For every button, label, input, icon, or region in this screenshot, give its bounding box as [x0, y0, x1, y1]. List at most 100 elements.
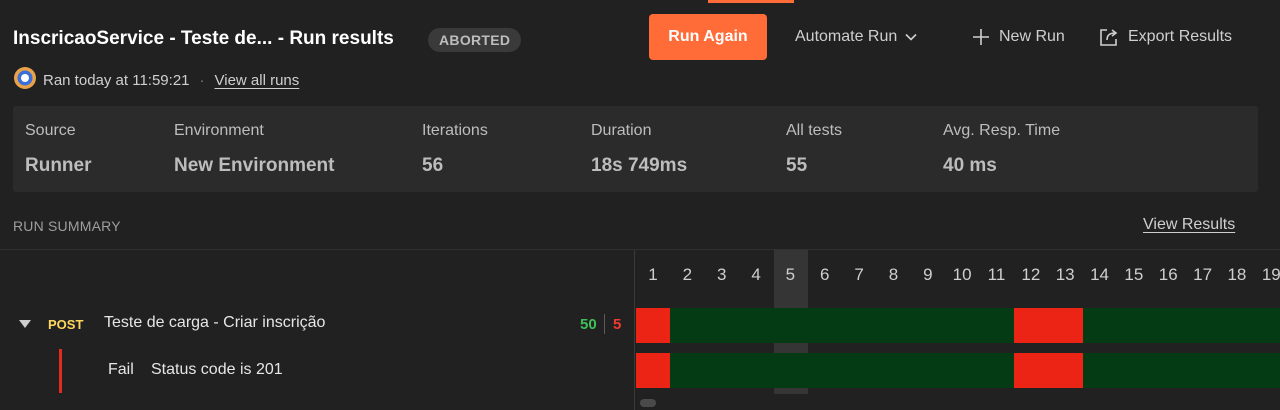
status-badge: ABORTED	[428, 28, 522, 52]
iteration-number[interactable]: 2	[670, 265, 704, 285]
section-divider	[0, 249, 1280, 250]
iteration-number[interactable]: 19	[1254, 265, 1280, 285]
test-result-cell[interactable]	[1082, 353, 1118, 388]
count-separator	[604, 314, 605, 334]
test-result-cell[interactable]	[1219, 353, 1255, 388]
request-result-cell[interactable]	[1219, 308, 1255, 343]
stat-value: 56	[422, 155, 444, 176]
test-result-cell[interactable]	[807, 353, 843, 388]
test-result-cell[interactable]	[739, 353, 774, 388]
iteration-number[interactable]: 3	[705, 265, 739, 285]
request-result-cell[interactable]	[979, 308, 1015, 343]
request-method: POST	[48, 317, 84, 332]
new-run-label: New Run	[999, 28, 1065, 45]
chevron-down-icon	[905, 33, 917, 41]
stat-value: 40 ms	[943, 155, 997, 176]
test-result-cell[interactable]	[979, 353, 1015, 388]
test-result-cell[interactable]	[773, 353, 809, 388]
iteration-number[interactable]: 11	[980, 265, 1014, 285]
request-result-cell[interactable]	[842, 308, 877, 343]
test-result-cell[interactable]	[704, 353, 740, 388]
iteration-number[interactable]: 9	[911, 265, 945, 285]
run-again-button[interactable]: Run Again	[649, 14, 767, 60]
view-results-link[interactable]: View Results	[1143, 216, 1235, 234]
stat-label: Duration	[591, 122, 652, 139]
automate-run-label: Automate Run	[795, 28, 898, 45]
ran-timestamp: Ran today at 11:59:21	[43, 71, 190, 89]
request-result-cell[interactable]	[807, 308, 843, 343]
test-name[interactable]: Status code is 201	[151, 361, 283, 379]
iteration-number[interactable]: 10	[945, 265, 979, 285]
caret-down-icon[interactable]	[19, 320, 31, 328]
request-result-cell[interactable]	[910, 308, 946, 343]
grid-divider	[634, 250, 635, 410]
request-result-cell[interactable]	[670, 308, 706, 343]
test-result-cell[interactable]	[1185, 353, 1221, 388]
export-results-label: Export Results	[1128, 28, 1233, 45]
test-result-cell[interactable]	[910, 353, 946, 388]
request-name[interactable]: Teste de carga - Criar inscrição	[104, 314, 325, 332]
request-result-cell[interactable]	[1151, 308, 1187, 343]
stat-label: Environment	[174, 122, 264, 139]
stat-label: All tests	[786, 122, 843, 139]
new-run-button[interactable]: New Run	[971, 22, 1065, 52]
iteration-number[interactable]: 18	[1220, 265, 1254, 285]
stat-value: 55	[786, 155, 808, 176]
stat-value: Runner	[25, 155, 92, 176]
request-result-cell[interactable]	[1048, 308, 1084, 343]
iteration-number[interactable]: 6	[808, 265, 842, 285]
request-result-cell[interactable]	[773, 308, 809, 343]
request-result-cell[interactable]	[636, 308, 671, 343]
iteration-number[interactable]: 14	[1083, 265, 1117, 285]
fail-indicator-line	[59, 349, 62, 393]
stat-label: Avg. Resp. Time	[943, 122, 1061, 139]
fail-count: 5	[613, 316, 622, 333]
stat-value: New Environment	[174, 155, 335, 176]
iteration-number[interactable]: 4	[739, 265, 773, 285]
pass-count: 50	[580, 316, 597, 333]
test-result-cell[interactable]	[842, 353, 877, 388]
stat-label: Iterations	[422, 122, 488, 139]
request-result-cell[interactable]	[1082, 308, 1118, 343]
iteration-number[interactable]: 5	[773, 265, 807, 285]
test-result-cell[interactable]	[876, 353, 912, 388]
request-result-cell[interactable]	[945, 308, 980, 343]
iteration-number[interactable]: 1	[636, 265, 670, 285]
runner-avatar-icon	[13, 66, 37, 94]
request-result-cell[interactable]	[1116, 308, 1152, 343]
iteration-number[interactable]: 17	[1186, 265, 1220, 285]
iteration-number[interactable]: 13	[1048, 265, 1082, 285]
iteration-number[interactable]: 8	[876, 265, 910, 285]
iteration-number[interactable]: 16	[1151, 265, 1185, 285]
run-meta: Ran today at 11:59:21 · View all runs	[13, 66, 300, 94]
request-result-cell[interactable]	[1185, 308, 1221, 343]
request-result-cell[interactable]	[704, 308, 740, 343]
test-result-cell[interactable]	[945, 353, 980, 388]
stat-value: 18s 749ms	[591, 155, 688, 176]
plus-icon	[971, 27, 991, 47]
test-result-cell[interactable]	[1151, 353, 1187, 388]
view-all-runs-link[interactable]: View all runs	[215, 72, 300, 89]
request-result-cell[interactable]	[876, 308, 912, 343]
export-results-button[interactable]: Export Results	[1098, 22, 1232, 52]
test-result-cell[interactable]	[1013, 353, 1049, 388]
test-result-cell[interactable]	[1048, 353, 1084, 388]
test-status: Fail	[108, 361, 134, 378]
horizontal-scrollbar[interactable]	[640, 399, 656, 407]
iteration-number[interactable]: 15	[1117, 265, 1151, 285]
run-summary-heading: RUN SUMMARY	[13, 218, 121, 234]
request-result-cell[interactable]	[1254, 308, 1280, 343]
test-result-cell[interactable]	[1116, 353, 1152, 388]
stat-label: Source	[25, 122, 76, 139]
request-result-cell[interactable]	[1013, 308, 1049, 343]
test-result-cell[interactable]	[636, 353, 671, 388]
automate-run-button[interactable]: Automate Run	[795, 22, 917, 52]
test-result-cell[interactable]	[670, 353, 706, 388]
test-result-cell[interactable]	[1254, 353, 1280, 388]
request-result-cell[interactable]	[739, 308, 774, 343]
iteration-number[interactable]: 12	[1014, 265, 1048, 285]
meta-separator: ·	[199, 71, 205, 89]
iteration-number[interactable]: 7	[842, 265, 876, 285]
export-icon	[1098, 26, 1120, 48]
run-stats-panel: Source Runner Environment New Environmen…	[13, 106, 1258, 192]
